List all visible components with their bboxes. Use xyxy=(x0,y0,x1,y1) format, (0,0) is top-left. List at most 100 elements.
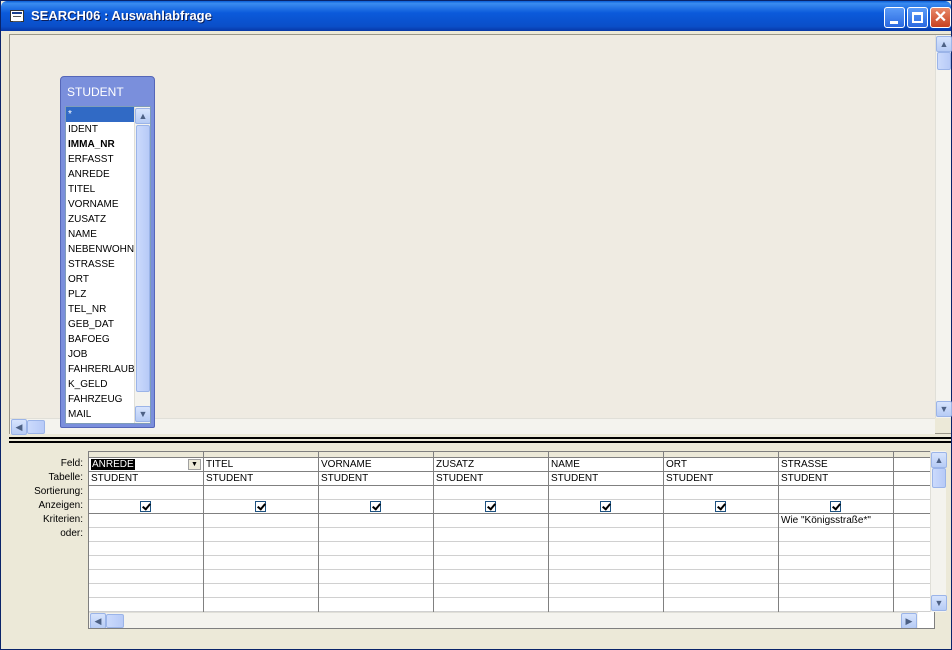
grid-cell-feld[interactable]: STRASSE xyxy=(779,458,893,472)
grid-cell-feld[interactable]: TITEL xyxy=(204,458,318,472)
grid-cell-empty[interactable] xyxy=(664,598,778,612)
grid-cell-tabelle[interactable]: STUDENT xyxy=(434,472,548,486)
grid-cell-empty[interactable] xyxy=(204,584,318,598)
grid-cell-empty[interactable] xyxy=(319,584,433,598)
grid-cell-oder[interactable] xyxy=(664,528,778,542)
show-checkbox[interactable] xyxy=(140,501,151,512)
grid-cell-sortierung[interactable] xyxy=(434,486,548,500)
show-checkbox[interactable] xyxy=(600,501,611,512)
grid-cell-empty[interactable] xyxy=(89,584,203,598)
show-checkbox[interactable] xyxy=(830,501,841,512)
grid-cell-anzeigen[interactable] xyxy=(319,500,433,514)
grid-cell-anzeigen[interactable] xyxy=(434,500,548,514)
grid-cell-empty[interactable] xyxy=(664,584,778,598)
field-list-scrollbar[interactable]: ▲ ▼ xyxy=(134,107,150,423)
grid-cell-empty[interactable] xyxy=(779,570,893,584)
grid-cell-kriterien[interactable] xyxy=(434,514,548,528)
grid-cell-tabelle[interactable]: STUDENT xyxy=(779,472,893,486)
grid-cell-sortierung[interactable] xyxy=(779,486,893,500)
grid-cell-tabelle[interactable]: STUDENT xyxy=(549,472,663,486)
grid-cell-tabelle[interactable]: STUDENT xyxy=(89,472,203,486)
field-list[interactable]: * IDENT IMMA_NR ERFASST ANREDE TITEL VORNAME ZU… xyxy=(65,106,151,424)
grid-cell-empty[interactable] xyxy=(894,570,934,584)
grid-cell-oder[interactable] xyxy=(204,528,318,542)
grid-hscrollbar[interactable]: ◀ ▶ xyxy=(89,612,918,628)
grid-scroll-right-button[interactable]: ▶ xyxy=(901,613,917,628)
grid-cell-empty[interactable] xyxy=(779,584,893,598)
grid-cell-empty[interactable] xyxy=(779,542,893,556)
grid-cell-oder[interactable] xyxy=(89,528,203,542)
grid-cell-feld[interactable]: ORT xyxy=(664,458,778,472)
grid-cell-empty[interactable] xyxy=(894,584,934,598)
grid-vscroll-thumb[interactable] xyxy=(932,468,946,488)
grid-cell-sortierung[interactable] xyxy=(319,486,433,500)
grid-cell-kriterien[interactable]: Wie "Königsstraße*" xyxy=(779,514,893,528)
grid-cell-kriterien[interactable] xyxy=(894,514,934,528)
grid-cell-feld[interactable] xyxy=(894,458,934,472)
grid-vscrollbar[interactable]: ▲ ▼ xyxy=(930,451,947,612)
grid-cell-empty[interactable] xyxy=(894,542,934,556)
grid-cell-empty[interactable] xyxy=(549,598,663,612)
grid-cell-empty[interactable] xyxy=(549,570,663,584)
student-table-box[interactable]: STUDENT * IDENT IMMA_NR ERFASST ANREDE TITEL V… xyxy=(60,76,155,428)
grid-cell-empty[interactable] xyxy=(89,598,203,612)
grid-cell-empty[interactable] xyxy=(319,556,433,570)
grid-scroll-left-button[interactable]: ◀ xyxy=(90,613,106,628)
query-icon[interactable] xyxy=(10,10,24,22)
table-pane-vscrollbar[interactable]: ▲ ▼ xyxy=(935,35,952,418)
grid-cell-empty[interactable] xyxy=(89,556,203,570)
dropdown-icon[interactable]: ▼ xyxy=(188,459,201,470)
show-checkbox[interactable] xyxy=(715,501,726,512)
grid-cell-sortierung[interactable] xyxy=(549,486,663,500)
grid-cell-empty[interactable] xyxy=(89,542,203,556)
grid-cell-kriterien[interactable] xyxy=(319,514,433,528)
grid-cell-empty[interactable] xyxy=(319,598,433,612)
grid-cell-empty[interactable] xyxy=(779,598,893,612)
grid-cell-empty[interactable] xyxy=(319,542,433,556)
table-pane[interactable]: ▲ ▼ ◀ STUDENT * IDENT IMMA_NR ERFASST ANREDE… xyxy=(9,34,952,435)
grid-cell-empty[interactable] xyxy=(434,542,548,556)
grid-cell-anzeigen[interactable] xyxy=(664,500,778,514)
grid-cell-empty[interactable] xyxy=(894,556,934,570)
grid-cell-sortierung[interactable] xyxy=(204,486,318,500)
grid-cell-empty[interactable] xyxy=(779,556,893,570)
grid-cell-empty[interactable] xyxy=(434,556,548,570)
grid-cell-empty[interactable] xyxy=(664,556,778,570)
grid-cell-oder[interactable] xyxy=(319,528,433,542)
grid-scroll-thumb[interactable] xyxy=(106,614,124,628)
grid-cell-feld[interactable]: ZUSATZ xyxy=(434,458,548,472)
field-scroll-up-button[interactable]: ▲ xyxy=(135,108,150,124)
show-checkbox[interactable] xyxy=(485,501,496,512)
grid-cell-empty[interactable] xyxy=(319,570,433,584)
grid-cell-tabelle[interactable]: STUDENT xyxy=(204,472,318,486)
grid-cell-kriterien[interactable] xyxy=(664,514,778,528)
grid-cell-empty[interactable] xyxy=(204,598,318,612)
grid-cell-oder[interactable] xyxy=(779,528,893,542)
grid-cell-sortierung[interactable] xyxy=(894,486,934,500)
close-button[interactable]: ✕ xyxy=(930,7,951,28)
grid-cell-empty[interactable] xyxy=(434,584,548,598)
grid-scroll-down-button[interactable]: ▼ xyxy=(931,595,947,611)
scroll-left-button[interactable]: ◀ xyxy=(11,419,27,435)
scroll-thumb[interactable] xyxy=(937,52,951,70)
field-scroll-down-button[interactable]: ▼ xyxy=(135,406,150,422)
grid-cell-empty[interactable] xyxy=(664,570,778,584)
grid-cell-empty[interactable] xyxy=(434,570,548,584)
grid-cell-kriterien[interactable] xyxy=(204,514,318,528)
grid-cell-feld[interactable]: NAME xyxy=(549,458,663,472)
title-bar[interactable]: SEARCH06 : Auswahlabfrage ✕ xyxy=(1,1,951,31)
grid-cell-kriterien[interactable] xyxy=(89,514,203,528)
grid-cell-anzeigen[interactable] xyxy=(779,500,893,514)
grid-cell-anzeigen[interactable] xyxy=(894,500,934,514)
design-grid[interactable]: ANREDE ▼ STUDENT TITEL STUDENT VORNAME STUDENT… xyxy=(88,451,935,629)
grid-cell-empty[interactable] xyxy=(549,556,663,570)
grid-scroll-up-button[interactable]: ▲ xyxy=(931,452,947,468)
grid-cell-empty[interactable] xyxy=(549,542,663,556)
grid-cell-anzeigen[interactable] xyxy=(549,500,663,514)
grid-cell-tabelle[interactable]: STUDENT xyxy=(319,472,433,486)
grid-cell-feld[interactable]: VORNAME xyxy=(319,458,433,472)
field-scroll-thumb[interactable] xyxy=(136,125,150,392)
grid-cell-sortierung[interactable] xyxy=(664,486,778,500)
grid-cell-oder[interactable] xyxy=(549,528,663,542)
table-title[interactable]: STUDENT xyxy=(61,77,154,105)
